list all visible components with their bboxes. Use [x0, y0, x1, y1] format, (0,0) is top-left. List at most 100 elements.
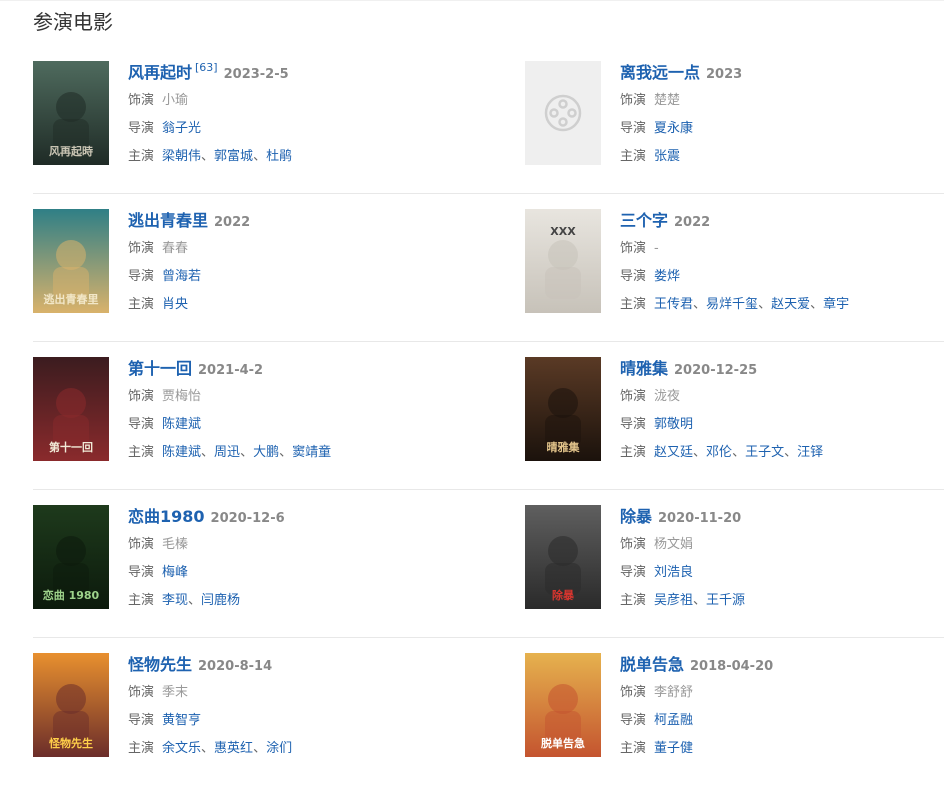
film-poster[interactable]: 逃出青春里 [33, 209, 109, 313]
director-label: 导演 [620, 269, 647, 284]
cast-link[interactable]: 郭富城 [214, 149, 253, 164]
role-line: 饰演 泷夜 [620, 383, 944, 411]
director-link[interactable]: 黄智亨 [162, 713, 201, 728]
cast-link[interactable]: 王千源 [706, 593, 745, 608]
director-link[interactable]: 夏永康 [654, 121, 693, 136]
cast-link[interactable]: 吴彦祖 [654, 593, 693, 608]
director-label: 导演 [620, 713, 647, 728]
director-line: 导演 梅峰 [128, 559, 458, 587]
cast-link[interactable]: 肖央 [162, 297, 188, 312]
cast-label: 主演 [128, 741, 155, 756]
cast-link[interactable]: 赵又廷 [654, 445, 693, 460]
cast-link[interactable]: 张震 [654, 149, 680, 164]
cast-link[interactable]: 周迅 [214, 445, 240, 460]
director-link[interactable]: 陈建斌 [162, 417, 201, 432]
separator: 、 [240, 445, 254, 460]
role-label: 饰演 [620, 537, 647, 552]
film-title-link[interactable]: 除暴 [620, 507, 652, 526]
director-line: 导演 翁子光 [128, 115, 458, 143]
film-date: 2022 [674, 215, 711, 230]
role-value: 小瑜 [162, 93, 189, 108]
director-link[interactable]: 曾海若 [162, 269, 201, 284]
director-link[interactable]: 梅峰 [162, 565, 188, 580]
film-poster[interactable]: 恋曲 1980 [33, 505, 109, 609]
cast-line: 主演 肖央 [128, 291, 458, 319]
director-link[interactable]: 娄烨 [654, 269, 680, 284]
director-line: 导演 娄烨 [620, 263, 944, 291]
film-poster[interactable]: 晴雅集 [525, 357, 601, 461]
film-poster[interactable]: 脱单告急 [525, 653, 601, 757]
cast-link[interactable]: 董子健 [654, 741, 693, 756]
film-info: 第十一回 2021-4-2 饰演 贾梅怡 导演 陈建斌 主演 陈建斌、周迅、大鹏、窦靖童 [128, 355, 458, 467]
cast-link[interactable]: 陈建斌 [162, 445, 201, 460]
film-title-line: 怪物先生 2020-8-14 [128, 651, 458, 679]
cast-link[interactable]: 汪铎 [797, 445, 823, 460]
film-grid: 风再起時 风再起时 [63] 2023-2-5 饰演 小瑜 导演 翁子光 主演 梁朝伟、郭富城、杜… [0, 46, 944, 785]
director-line: 导演 黄智亨 [128, 707, 458, 735]
role-label: 饰演 [620, 93, 647, 108]
svg-text:晴雅集: 晴雅集 [547, 440, 581, 454]
film-card: 除暴 除暴 2020-11-20 饰演 杨文娟 导演 刘浩良 主演 吴彦祖、王千源 [525, 503, 944, 613]
cast-link[interactable]: 闫鹿杨 [201, 593, 240, 608]
director-link[interactable]: 郭敬明 [654, 417, 693, 432]
role-label: 饰演 [620, 685, 647, 700]
film-title-link[interactable]: 逃出青春里 [128, 211, 208, 230]
cast-link[interactable]: 梁朝伟 [162, 149, 201, 164]
role-value: 毛榛 [162, 537, 189, 552]
film-title-line: 逃出青春里 2022 [128, 207, 458, 235]
cast-link[interactable]: 王子文 [745, 445, 784, 460]
film-poster[interactable]: 怪物先生 [33, 653, 109, 757]
director-link[interactable]: 柯孟融 [654, 713, 693, 728]
film-title-link[interactable]: 脱单告急 [620, 655, 684, 674]
film-poster[interactable] [525, 61, 601, 165]
cast-line: 主演 余文乐、惠英红、涂们 [128, 735, 458, 763]
svg-text:风再起時: 风再起時 [49, 144, 93, 158]
role-value: 楚楚 [654, 93, 681, 108]
film-title-link[interactable]: 晴雅集 [620, 359, 668, 378]
film-title-link[interactable]: 恋曲1980 [128, 507, 205, 526]
svg-text:恋曲 1980: 恋曲 1980 [43, 588, 100, 602]
film-poster[interactable]: XXX [525, 209, 601, 313]
director-link[interactable]: 刘浩良 [654, 565, 693, 580]
cast-line: 主演 王传君、易烊千玺、赵天爱、章宇 [620, 291, 944, 319]
director-link[interactable]: 翁子光 [162, 121, 201, 136]
cast-label: 主演 [620, 741, 647, 756]
film-title-link[interactable]: 怪物先生 [128, 655, 192, 674]
separator: 、 [253, 149, 267, 164]
cast-link[interactable]: 涂们 [266, 741, 292, 756]
film-title-link[interactable]: 风再起时 [128, 63, 192, 82]
cast-link[interactable]: 窦靖童 [292, 445, 331, 460]
cast-link[interactable]: 王传君 [654, 297, 693, 312]
cast-label: 主演 [128, 297, 155, 312]
film-poster[interactable]: 第十一回 [33, 357, 109, 461]
section-title: 参演电影 [33, 10, 113, 34]
film-date: 2022 [214, 215, 251, 230]
film-title-link[interactable]: 第十一回 [128, 359, 192, 378]
cast-link[interactable]: 惠英红 [214, 741, 253, 756]
cast-link[interactable]: 赵天爱 [771, 297, 810, 312]
cast-link[interactable]: 李现 [162, 593, 188, 608]
film-title-line: 晴雅集 2020-12-25 [620, 355, 944, 383]
reference-superscript[interactable]: [63] [195, 61, 218, 74]
cast-link[interactable]: 余文乐 [162, 741, 201, 756]
svg-text:怪物先生: 怪物先生 [49, 736, 93, 750]
film-poster[interactable]: 除暴 [525, 505, 601, 609]
cast-link[interactable]: 杜鹃 [266, 149, 292, 164]
film-title-link[interactable]: 三个字 [620, 211, 668, 230]
cast-link[interactable]: 大鹏 [253, 445, 279, 460]
film-info: 除暴 2020-11-20 饰演 杨文娟 导演 刘浩良 主演 吴彦祖、王千源 [620, 503, 944, 615]
role-label: 饰演 [128, 241, 155, 256]
film-title-link[interactable]: 离我远一点 [620, 63, 700, 82]
cast-link[interactable]: 邓伦 [706, 445, 732, 460]
director-line: 导演 曾海若 [128, 263, 458, 291]
director-label: 导演 [620, 417, 647, 432]
svg-text:逃出青春里: 逃出青春里 [44, 292, 99, 306]
director-label: 导演 [128, 269, 155, 284]
cast-label: 主演 [620, 297, 647, 312]
cast-line: 主演 赵又廷、邓伦、王子文、汪铎 [620, 439, 944, 467]
cast-link[interactable]: 易烊千玺 [706, 297, 758, 312]
film-poster[interactable]: 风再起時 [33, 61, 109, 165]
cast-link[interactable]: 章宇 [823, 297, 849, 312]
separator: 、 [201, 445, 215, 460]
film-date: 2020-8-14 [198, 659, 273, 674]
